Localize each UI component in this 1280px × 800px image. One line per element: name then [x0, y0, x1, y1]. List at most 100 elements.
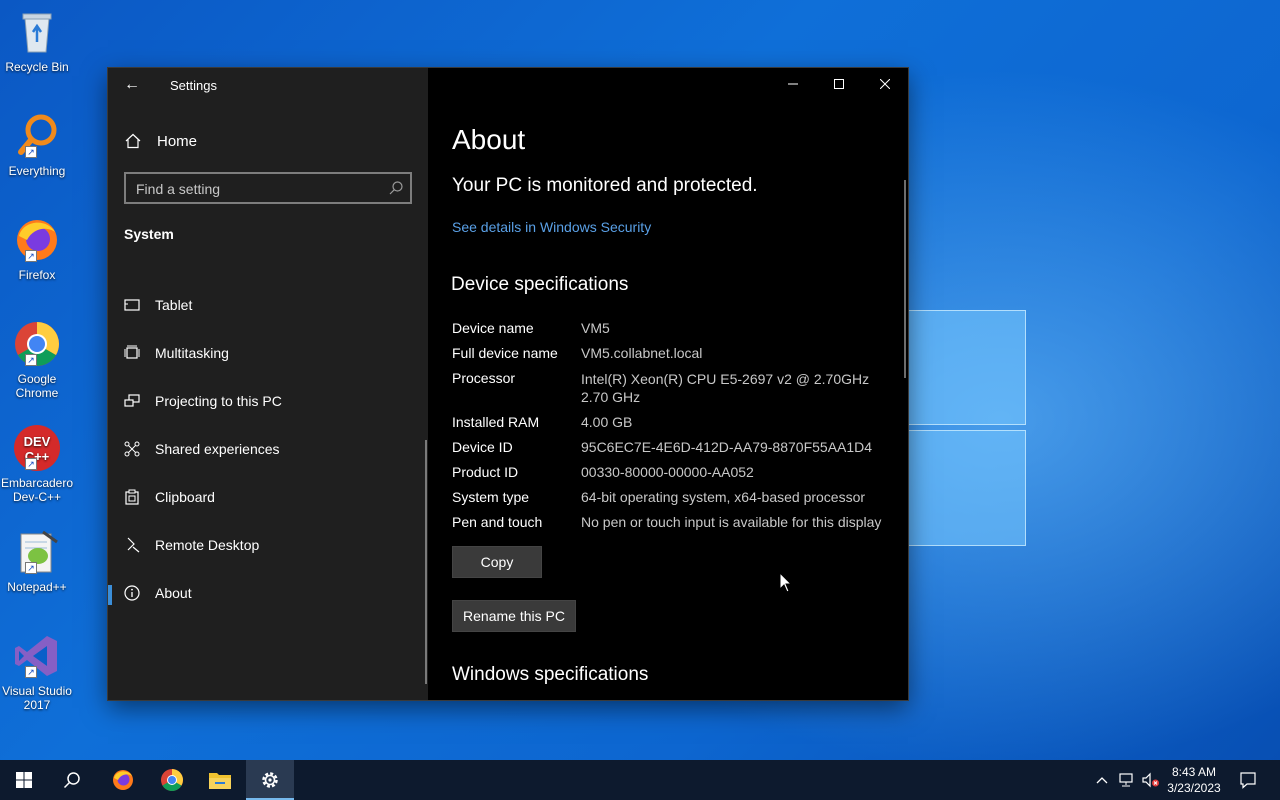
settings-search[interactable] [124, 172, 412, 204]
action-center-button[interactable] [1234, 760, 1262, 800]
sidebar-item-shared-experiences[interactable]: Shared experiences [108, 429, 428, 469]
sidebar-item-multitasking[interactable]: Multitasking [108, 333, 428, 373]
show-hidden-icons-button[interactable] [1092, 760, 1112, 800]
desktop-icon-label: Google Chrome [15, 372, 59, 400]
protection-status: Your PC is monitored and protected. [452, 175, 758, 196]
desktop-icon-label: Everything [8, 164, 66, 178]
desktop-icon-dev-cpp[interactable]: DEV C++ ↗ Embarcadero Dev-C++ [0, 424, 74, 504]
sidebar-scrollbar[interactable] [425, 440, 427, 684]
spec-key: System type [452, 489, 530, 505]
home-icon [125, 133, 141, 149]
notification-icon [1240, 772, 1256, 789]
multitasking-icon [123, 344, 141, 362]
sidebar-item-label: Shared experiences [155, 441, 280, 457]
network-tray-button[interactable] [1116, 760, 1138, 800]
sidebar-item-label: Projecting to this PC [155, 393, 282, 409]
mouse-cursor-icon [779, 572, 793, 593]
desktop-icon-notepad-plus-plus[interactable]: ↗ Notepad++ [0, 528, 74, 594]
sidebar-home[interactable]: Home [124, 131, 197, 151]
windows-security-link[interactable]: See details in Windows Security [452, 219, 651, 235]
sidebar-item-about[interactable]: About [108, 573, 428, 613]
sidebar-item-tablet[interactable]: Tablet [108, 285, 428, 325]
spec-key: Product ID [452, 464, 519, 480]
back-arrow-icon[interactable]: ← [124, 76, 140, 94]
desktop-icon-visual-studio[interactable]: ↗ Visual Studio 2017 [0, 632, 74, 712]
search-icon[interactable] [388, 180, 404, 196]
spec-value: Intel(R) Xeon(R) CPU E5-2697 v2 @ 2.70GH… [581, 371, 870, 387]
desktop: Recycle Bin ↗ Everything ↗ Firefox ↗ Goo… [0, 0, 1280, 760]
desktop-icon-everything[interactable]: ↗ Everything [0, 112, 74, 178]
device-specifications-heading: Device specifications [451, 274, 629, 295]
spec-key: Pen and touch [452, 514, 543, 530]
settings-window: ← Settings Home System Tab [108, 68, 908, 700]
spec-value: VM5.collabnet.local [581, 345, 703, 361]
taskbar-chrome[interactable] [148, 760, 196, 800]
shortcut-arrow-icon: ↗ [25, 666, 37, 678]
minimize-icon [788, 83, 798, 85]
firefox-icon [113, 770, 133, 790]
folder-icon [209, 773, 231, 789]
desktop-icon-firefox[interactable]: ↗ Firefox [0, 216, 74, 282]
spec-value: 95C6EC7E-4E6D-412D-AA79-8870F55AA1D4 [581, 439, 873, 455]
spec-value: No pen or touch input is available for t… [581, 514, 882, 530]
spec-value: 00330-80000-00000-AA052 [581, 464, 754, 480]
desktop-icon-label: Recycle Bin [5, 60, 69, 74]
sidebar-item-remote-desktop[interactable]: Remote Desktop [108, 525, 428, 565]
sidebar-item-projecting[interactable]: Projecting to this PC [108, 381, 428, 421]
svg-text:DEV: DEV [24, 434, 51, 449]
remote-desktop-icon [123, 536, 141, 554]
chevron-up-icon [1096, 777, 1108, 784]
everything-icon: ↗ [13, 112, 61, 160]
sidebar-group-title: System [124, 226, 174, 242]
selection-indicator [108, 585, 112, 605]
windows-specifications-heading: Windows specifications [452, 664, 649, 685]
recycle-bin-icon [13, 8, 61, 56]
desktop-icon-google-chrome[interactable]: ↗ Google Chrome [0, 320, 74, 400]
search-icon [63, 772, 80, 789]
taskbar-settings[interactable] [246, 760, 294, 800]
minimize-button[interactable] [770, 68, 816, 100]
spec-value-line2: 2.70 GHz [581, 389, 641, 405]
desktop-icon-label: Notepad++ [7, 580, 67, 594]
spec-value: 4.00 GB [581, 414, 633, 430]
sidebar-item-label: About [155, 585, 192, 601]
taskbar-search-button[interactable] [48, 760, 96, 800]
taskbar-firefox[interactable] [99, 760, 147, 800]
sidebar-item-label: Remote Desktop [155, 537, 260, 553]
rename-pc-button[interactable]: Rename this PC [452, 600, 576, 632]
spec-value: 64-bit operating system, x64-based proce… [581, 489, 866, 505]
close-button[interactable] [862, 68, 908, 100]
dev-cpp-icon: DEV C++ ↗ [13, 424, 61, 472]
start-button[interactable] [0, 760, 48, 800]
search-input[interactable] [126, 174, 388, 204]
spec-row-processor: Processor Intel(R) Xeon(R) CPU E5-2697 v… [452, 369, 892, 405]
projecting-icon [123, 392, 141, 410]
volume-tray-button[interactable] [1140, 760, 1162, 800]
desktop-icon-recycle-bin[interactable]: Recycle Bin [0, 8, 74, 74]
shortcut-arrow-icon: ↗ [25, 562, 37, 574]
notepad-plus-plus-icon: ↗ [13, 528, 61, 576]
maximize-icon [834, 79, 844, 89]
window-title: Settings [170, 78, 217, 93]
sidebar-item-label: Clipboard [155, 489, 215, 505]
maximize-button[interactable] [816, 68, 862, 100]
settings-sidebar: ← Settings Home System Tab [108, 68, 428, 700]
about-page: About Your PC is monitored and protected… [428, 68, 908, 700]
copy-button[interactable]: Copy [452, 546, 542, 578]
tablet-icon [123, 296, 141, 314]
content-scrollbar[interactable] [904, 180, 906, 378]
taskbar-clock[interactable]: 8:43 AM 3/23/2023 [1160, 764, 1228, 796]
taskbar-file-explorer[interactable] [196, 760, 244, 800]
clock-date: 3/23/2023 [1167, 781, 1221, 795]
sidebar-item-clipboard[interactable]: Clipboard [108, 477, 428, 517]
close-icon [880, 79, 890, 89]
spec-key: Processor [452, 370, 516, 386]
desktop-icon-label: Embarcadero Dev-C++ [0, 476, 74, 504]
clipboard-icon [123, 488, 141, 506]
sidebar-item-label: Multitasking [155, 345, 229, 361]
shortcut-arrow-icon: ↗ [25, 458, 37, 470]
sidebar-home-label: Home [157, 132, 198, 150]
gear-icon [262, 772, 278, 788]
spec-key: Device ID [452, 439, 513, 455]
network-icon [1119, 773, 1133, 787]
